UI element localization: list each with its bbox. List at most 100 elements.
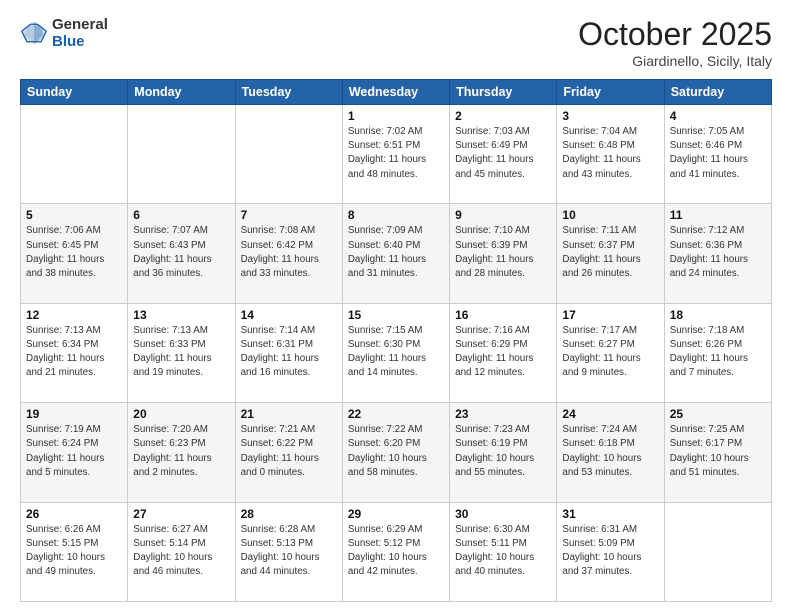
calendar-week-3: 12 Sunrise: 7:13 AM Sunset: 6:34 PM Dayli… xyxy=(21,303,772,402)
day-info: Sunrise: 7:14 AM Sunset: 6:31 PM Dayligh… xyxy=(241,324,337,381)
day-info: Sunrise: 7:04 AM Sunset: 6:48 PM Dayligh… xyxy=(562,125,658,182)
day-number: 2 xyxy=(455,109,551,123)
day-info: Sunrise: 7:21 AM Sunset: 6:22 PM Dayligh… xyxy=(241,423,337,480)
col-monday: Monday xyxy=(128,80,235,105)
calendar-cell: 21 Sunrise: 7:21 AM Sunset: 6:22 PM Dayli… xyxy=(235,403,342,502)
calendar-cell: 3 Sunrise: 7:04 AM Sunset: 6:48 PM Daylig… xyxy=(557,105,664,204)
day-info: Sunrise: 6:29 AM Sunset: 5:12 PM Dayligh… xyxy=(348,523,444,580)
col-sunday: Sunday xyxy=(21,80,128,105)
day-number: 6 xyxy=(133,208,229,222)
calendar-cell: 5 Sunrise: 7:06 AM Sunset: 6:45 PM Daylig… xyxy=(21,204,128,303)
logo: General Blue xyxy=(20,16,108,50)
day-number: 11 xyxy=(670,208,766,222)
calendar-cell: 7 Sunrise: 7:08 AM Sunset: 6:42 PM Daylig… xyxy=(235,204,342,303)
day-number: 3 xyxy=(562,109,658,123)
title-block: October 2025 Giardinello, Sicily, Italy xyxy=(578,16,772,69)
calendar-cell: 13Sunrise: 7:13 AM Sunset: 6:33 PM Dayli… xyxy=(128,303,235,402)
calendar-table: Sunday Monday Tuesday Wednesday Thursday… xyxy=(20,79,772,602)
calendar-cell xyxy=(664,502,771,601)
logo-icon xyxy=(20,19,48,47)
calendar-cell: 19 Sunrise: 7:19 AM Sunset: 6:24 PM Dayli… xyxy=(21,403,128,502)
day-info: Sunrise: 6:28 AM Sunset: 5:13 PM Dayligh… xyxy=(241,523,337,580)
calendar-week-5: 26 Sunrise: 6:26 AM Sunset: 5:15 PM Dayli… xyxy=(21,502,772,601)
day-number: 19 xyxy=(26,407,122,421)
calendar-cell: 9Sunrise: 7:10 AM Sunset: 6:39 PM Daylig… xyxy=(450,204,557,303)
col-thursday: Thursday xyxy=(450,80,557,105)
logo-general: General xyxy=(52,16,108,33)
day-info: Sunrise: 7:06 AM Sunset: 6:45 PM Dayligh… xyxy=(26,224,122,281)
day-info: Sunrise: 6:31 AM Sunset: 5:09 PM Dayligh… xyxy=(562,523,658,580)
day-info: Sunrise: 7:17 AM Sunset: 6:27 PM Dayligh… xyxy=(562,324,658,381)
day-number: 14 xyxy=(241,308,337,322)
day-info: Sunrise: 7:23 AM Sunset: 6:19 PM Dayligh… xyxy=(455,423,551,480)
calendar-cell: 18Sunrise: 7:18 AM Sunset: 6:26 PM Dayli… xyxy=(664,303,771,402)
location: Giardinello, Sicily, Italy xyxy=(578,53,772,69)
calendar-cell: 14 Sunrise: 7:14 AM Sunset: 6:31 PM Dayli… xyxy=(235,303,342,402)
col-wednesday: Wednesday xyxy=(342,80,449,105)
calendar-cell: 10Sunrise: 7:11 AM Sunset: 6:37 PM Dayli… xyxy=(557,204,664,303)
day-number: 23 xyxy=(455,407,551,421)
day-info: Sunrise: 7:12 AM Sunset: 6:36 PM Dayligh… xyxy=(670,224,766,281)
day-info: Sunrise: 7:25 AM Sunset: 6:17 PM Dayligh… xyxy=(670,423,766,480)
day-info: Sunrise: 7:24 AM Sunset: 6:18 PM Dayligh… xyxy=(562,423,658,480)
day-number: 18 xyxy=(670,308,766,322)
header: General Blue October 2025 Giardinello, S… xyxy=(20,16,772,69)
calendar-week-4: 19 Sunrise: 7:19 AM Sunset: 6:24 PM Dayli… xyxy=(21,403,772,502)
calendar-cell: 1Sunrise: 7:02 AM Sunset: 6:51 PM Daylig… xyxy=(342,105,449,204)
calendar-cell: 22Sunrise: 7:22 AM Sunset: 6:20 PM Dayli… xyxy=(342,403,449,502)
day-info: Sunrise: 6:26 AM Sunset: 5:15 PM Dayligh… xyxy=(26,523,122,580)
calendar-cell: 11 Sunrise: 7:12 AM Sunset: 6:36 PM Dayli… xyxy=(664,204,771,303)
calendar-cell: 16Sunrise: 7:16 AM Sunset: 6:29 PM Dayli… xyxy=(450,303,557,402)
day-number: 28 xyxy=(241,507,337,521)
day-info: Sunrise: 7:07 AM Sunset: 6:43 PM Dayligh… xyxy=(133,224,229,281)
day-number: 15 xyxy=(348,308,444,322)
day-info: Sunrise: 7:05 AM Sunset: 6:46 PM Dayligh… xyxy=(670,125,766,182)
day-info: Sunrise: 7:09 AM Sunset: 6:40 PM Dayligh… xyxy=(348,224,444,281)
day-info: Sunrise: 7:19 AM Sunset: 6:24 PM Dayligh… xyxy=(26,423,122,480)
day-info: Sunrise: 7:13 AM Sunset: 6:34 PM Dayligh… xyxy=(26,324,122,381)
calendar-cell: 27Sunrise: 6:27 AM Sunset: 5:14 PM Dayli… xyxy=(128,502,235,601)
day-number: 12 xyxy=(26,308,122,322)
day-info: Sunrise: 6:30 AM Sunset: 5:11 PM Dayligh… xyxy=(455,523,551,580)
calendar-cell: 17 Sunrise: 7:17 AM Sunset: 6:27 PM Dayli… xyxy=(557,303,664,402)
col-saturday: Saturday xyxy=(664,80,771,105)
day-info: Sunrise: 7:08 AM Sunset: 6:42 PM Dayligh… xyxy=(241,224,337,281)
logo-blue: Blue xyxy=(52,33,108,50)
day-info: Sunrise: 7:20 AM Sunset: 6:23 PM Dayligh… xyxy=(133,423,229,480)
day-info: Sunrise: 7:10 AM Sunset: 6:39 PM Dayligh… xyxy=(455,224,551,281)
day-number: 13 xyxy=(133,308,229,322)
col-tuesday: Tuesday xyxy=(235,80,342,105)
day-number: 27 xyxy=(133,507,229,521)
calendar-cell: 6 Sunrise: 7:07 AM Sunset: 6:43 PM Daylig… xyxy=(128,204,235,303)
calendar-cell: 25 Sunrise: 7:25 AM Sunset: 6:17 PM Dayli… xyxy=(664,403,771,502)
day-number: 17 xyxy=(562,308,658,322)
day-number: 26 xyxy=(26,507,122,521)
page: General Blue October 2025 Giardinello, S… xyxy=(0,0,792,612)
calendar-cell: 31 Sunrise: 6:31 AM Sunset: 5:09 PM Dayli… xyxy=(557,502,664,601)
calendar-cell xyxy=(128,105,235,204)
day-info: Sunrise: 7:03 AM Sunset: 6:49 PM Dayligh… xyxy=(455,125,551,182)
day-info: Sunrise: 7:22 AM Sunset: 6:20 PM Dayligh… xyxy=(348,423,444,480)
day-number: 10 xyxy=(562,208,658,222)
day-number: 7 xyxy=(241,208,337,222)
calendar-week-2: 5 Sunrise: 7:06 AM Sunset: 6:45 PM Daylig… xyxy=(21,204,772,303)
day-number: 16 xyxy=(455,308,551,322)
day-number: 25 xyxy=(670,407,766,421)
day-number: 8 xyxy=(348,208,444,222)
calendar-cell xyxy=(235,105,342,204)
day-number: 29 xyxy=(348,507,444,521)
day-number: 4 xyxy=(670,109,766,123)
day-number: 1 xyxy=(348,109,444,123)
calendar-cell: 12 Sunrise: 7:13 AM Sunset: 6:34 PM Dayli… xyxy=(21,303,128,402)
day-number: 5 xyxy=(26,208,122,222)
calendar-cell: 30Sunrise: 6:30 AM Sunset: 5:11 PM Dayli… xyxy=(450,502,557,601)
day-number: 31 xyxy=(562,507,658,521)
col-friday: Friday xyxy=(557,80,664,105)
header-row: Sunday Monday Tuesday Wednesday Thursday… xyxy=(21,80,772,105)
day-number: 21 xyxy=(241,407,337,421)
month-title: October 2025 xyxy=(578,16,772,53)
calendar-cell: 28 Sunrise: 6:28 AM Sunset: 5:13 PM Dayli… xyxy=(235,502,342,601)
logo-text: General Blue xyxy=(52,16,108,50)
calendar-cell: 23 Sunrise: 7:23 AM Sunset: 6:19 PM Dayli… xyxy=(450,403,557,502)
day-info: Sunrise: 7:15 AM Sunset: 6:30 PM Dayligh… xyxy=(348,324,444,381)
